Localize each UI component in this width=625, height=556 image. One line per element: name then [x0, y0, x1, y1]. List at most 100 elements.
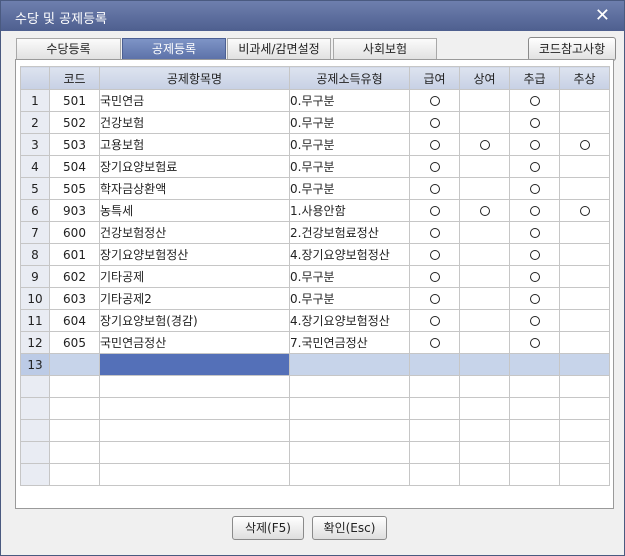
retro-bonus-mark-cell[interactable] [559, 463, 610, 486]
retro-bonus-mark-cell[interactable] [559, 155, 610, 178]
salary-mark-cell[interactable] [409, 265, 460, 288]
row-number-cell[interactable] [20, 397, 50, 420]
close-icon[interactable]: ✕ [595, 5, 610, 26]
tab-allowance[interactable]: 수당등록 [16, 38, 121, 59]
salary-mark-cell[interactable] [409, 463, 460, 486]
deduction-name-cell[interactable]: 국민연금 [99, 89, 290, 112]
row-number-cell[interactable] [20, 463, 50, 486]
tab-social-insurance[interactable]: 사회보험 [333, 38, 437, 59]
salary-mark-cell[interactable] [409, 287, 460, 310]
header-type[interactable]: 공제소득유형 [289, 66, 410, 90]
salary-mark-cell[interactable] [409, 89, 460, 112]
income-type-cell[interactable] [289, 353, 410, 376]
code-cell[interactable]: 502 [49, 111, 100, 134]
income-type-cell[interactable]: 2.건강보험료정산 [289, 221, 410, 244]
income-type-cell[interactable]: 7.국민연금정산 [289, 331, 410, 354]
retro-salary-mark-cell[interactable] [509, 243, 560, 266]
table-row[interactable] [20, 397, 610, 420]
code-cell[interactable] [49, 375, 100, 398]
retro-bonus-mark-cell[interactable] [559, 111, 610, 134]
deduction-name-cell[interactable] [99, 463, 290, 486]
table-row[interactable]: 5 505 학자금상환액 0.무구분 [20, 177, 610, 200]
salary-mark-cell[interactable] [409, 243, 460, 266]
bonus-mark-cell[interactable] [459, 89, 510, 112]
deduction-name-cell[interactable]: 장기요양보험료 [99, 155, 290, 178]
deduction-name-cell[interactable]: 고용보험 [99, 133, 290, 156]
deduction-name-cell[interactable]: 장기요양보험정산 [99, 243, 290, 266]
row-number-cell[interactable] [20, 375, 50, 398]
income-type-cell[interactable] [289, 441, 410, 464]
income-type-cell[interactable] [289, 397, 410, 420]
code-cell[interactable]: 600 [49, 221, 100, 244]
salary-mark-cell[interactable] [409, 309, 460, 332]
retro-salary-mark-cell[interactable] [509, 89, 560, 112]
retro-bonus-mark-cell[interactable] [559, 89, 610, 112]
deduction-name-cell[interactable] [99, 441, 290, 464]
retro-bonus-mark-cell[interactable] [559, 221, 610, 244]
bonus-mark-cell[interactable] [459, 265, 510, 288]
bonus-mark-cell[interactable] [459, 309, 510, 332]
income-type-cell[interactable]: 1.사용안함 [289, 199, 410, 222]
retro-bonus-mark-cell[interactable] [559, 287, 610, 310]
code-reference-button[interactable]: 코드참고사항 [528, 37, 616, 61]
table-row[interactable]: 6 903 농특세 1.사용안함 [20, 199, 610, 222]
bonus-mark-cell[interactable] [459, 397, 510, 420]
bonus-mark-cell[interactable] [459, 133, 510, 156]
bonus-mark-cell[interactable] [459, 353, 510, 376]
deduction-name-cell[interactable]: 국민연금정산 [99, 331, 290, 354]
income-type-cell[interactable]: 0.무구분 [289, 287, 410, 310]
retro-salary-mark-cell[interactable] [509, 419, 560, 442]
deduction-name-cell[interactable]: 기타공제2 [99, 287, 290, 310]
retro-salary-mark-cell[interactable] [509, 199, 560, 222]
bonus-mark-cell[interactable] [459, 419, 510, 442]
retro-salary-mark-cell[interactable] [509, 309, 560, 332]
table-row[interactable] [20, 463, 610, 486]
row-number-cell[interactable]: 12 [20, 331, 50, 354]
table-row[interactable]: 7 600 건강보험정산 2.건강보험료정산 [20, 221, 610, 244]
income-type-cell[interactable]: 0.무구분 [289, 177, 410, 200]
retro-salary-mark-cell[interactable] [509, 111, 560, 134]
row-number-cell[interactable]: 10 [20, 287, 50, 310]
retro-salary-mark-cell[interactable] [509, 221, 560, 244]
delete-button[interactable]: 삭제(F5) [232, 516, 304, 540]
table-row[interactable]: 1 501 국민연금 0.무구분 [20, 89, 610, 112]
row-number-cell[interactable]: 1 [20, 89, 50, 112]
code-cell[interactable]: 501 [49, 89, 100, 112]
bonus-mark-cell[interactable] [459, 463, 510, 486]
code-cell[interactable]: 604 [49, 309, 100, 332]
income-type-cell[interactable]: 0.무구분 [289, 133, 410, 156]
salary-mark-cell[interactable] [409, 419, 460, 442]
row-number-cell[interactable]: 8 [20, 243, 50, 266]
income-type-cell[interactable] [289, 375, 410, 398]
code-cell[interactable]: 505 [49, 177, 100, 200]
table-row[interactable]: 9 602 기타공제 0.무구분 [20, 265, 610, 288]
retro-salary-mark-cell[interactable] [509, 155, 560, 178]
deduction-name-cell[interactable]: 건강보험정산 [99, 221, 290, 244]
table-row[interactable] [20, 419, 610, 442]
row-number-cell[interactable] [20, 441, 50, 464]
retro-salary-mark-cell[interactable] [509, 265, 560, 288]
income-type-cell[interactable]: 0.무구분 [289, 89, 410, 112]
retro-salary-mark-cell[interactable] [509, 177, 560, 200]
code-cell[interactable] [49, 441, 100, 464]
code-cell[interactable] [49, 419, 100, 442]
retro-bonus-mark-cell[interactable] [559, 309, 610, 332]
retro-bonus-mark-cell[interactable] [559, 265, 610, 288]
salary-mark-cell[interactable] [409, 353, 460, 376]
table-row[interactable]: 8 601 장기요양보험정산 4.장기요양보험정산 [20, 243, 610, 266]
header-retro-bonus[interactable]: 추상 [559, 66, 610, 90]
row-number-cell[interactable] [20, 419, 50, 442]
code-cell[interactable]: 503 [49, 133, 100, 156]
income-type-cell[interactable]: 0.무구분 [289, 265, 410, 288]
retro-bonus-mark-cell[interactable] [559, 353, 610, 376]
row-number-cell[interactable]: 3 [20, 133, 50, 156]
retro-salary-mark-cell[interactable] [509, 133, 560, 156]
bonus-mark-cell[interactable] [459, 287, 510, 310]
income-type-cell[interactable]: 0.무구분 [289, 111, 410, 134]
retro-bonus-mark-cell[interactable] [559, 199, 610, 222]
table-row[interactable]: 2 502 건강보험 0.무구분 [20, 111, 610, 134]
retro-bonus-mark-cell[interactable] [559, 375, 610, 398]
ok-button[interactable]: 확인(Esc) [312, 516, 387, 540]
salary-mark-cell[interactable] [409, 199, 460, 222]
code-cell[interactable] [49, 463, 100, 486]
